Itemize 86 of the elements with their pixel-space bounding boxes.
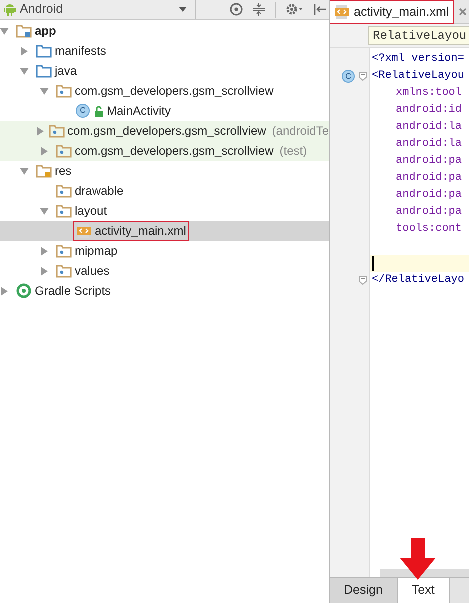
tree-label: mipmap [75, 243, 118, 260]
tree-label: com.gsm_developers.gsm_scrollview [75, 83, 274, 100]
xml-file-icon [334, 4, 350, 20]
settings-icon[interactable] [286, 3, 304, 16]
view-selector-label: Android [20, 1, 64, 18]
code-line: android:id [396, 103, 462, 118]
code-line: </RelativeLayo [372, 273, 464, 288]
package-folder-icon [56, 264, 72, 278]
module-folder-icon [16, 24, 32, 38]
expanded-arrow-icon[interactable] [40, 86, 48, 96]
tree-label: com.gsm_developers.gsm_scrollview [68, 123, 266, 140]
tree-row[interactable]: values [0, 261, 329, 281]
tree-label: manifests [55, 43, 106, 60]
resource-folder-icon [36, 164, 52, 178]
breadcrumb[interactable]: RelativeLayou [368, 26, 469, 45]
view-selector[interactable]: Android [0, 0, 196, 19]
dropdown-caret-icon [179, 7, 187, 12]
code-line: xmlns:tool [396, 86, 462, 102]
text-cursor [372, 256, 374, 271]
tree-row[interactable]: activity_main.xml [0, 221, 329, 241]
expanded-arrow-icon[interactable] [20, 166, 28, 176]
code-line: <RelativeLayou [372, 69, 464, 84]
tree-row[interactable]: C MainActivity [0, 101, 329, 121]
tree-label-suffix: (androidTe [272, 123, 329, 140]
package-folder-icon [56, 184, 72, 198]
package-folder-icon [56, 84, 72, 98]
collapsed-arrow-icon[interactable] [40, 246, 48, 256]
collapsed-arrow-icon[interactable] [0, 286, 8, 296]
pin-left-icon[interactable] [314, 3, 326, 16]
tree-row[interactable]: drawable [0, 181, 329, 201]
folder-icon [36, 44, 52, 58]
tree-label: com.gsm_developers.gsm_scrollview [75, 143, 274, 160]
tree-label: layout [75, 203, 108, 220]
editor-mode-tab[interactable]: Design [330, 578, 398, 603]
code-line: tools:cont [396, 222, 462, 238]
package-folder-icon [48, 124, 65, 138]
collapsed-arrow-icon[interactable] [20, 46, 28, 56]
tree-label: activity_main.xml [95, 223, 186, 240]
fold-marker-icon[interactable] [359, 72, 367, 81]
lock-icon [94, 106, 104, 116]
tree-row[interactable]: app [0, 21, 329, 41]
tree-label: app [35, 23, 56, 40]
tree-row[interactable]: com.gsm_developers.gsm_scrollview (test) [0, 141, 329, 161]
editor-mode-tab[interactable]: Text [398, 578, 450, 603]
code-line: android:la [396, 137, 462, 152]
tree-row[interactable]: manifests [0, 41, 329, 61]
code-line: android:pa [396, 188, 462, 204]
expanded-arrow-icon[interactable] [0, 26, 8, 36]
package-folder-icon [56, 244, 72, 258]
expanded-arrow-icon[interactable] [20, 66, 28, 76]
down-arrow-icon [400, 538, 436, 580]
code-line: android:pa [396, 154, 462, 170]
package-folder-icon [56, 204, 72, 218]
collapse-all-icon[interactable] [253, 3, 265, 16]
tree-label: java [55, 63, 78, 80]
code-line: android:la [396, 120, 462, 136]
tree-label: values [75, 263, 110, 280]
collapsed-arrow-icon[interactable] [40, 146, 48, 156]
tree-row[interactable]: res [0, 161, 329, 181]
collapsed-arrow-icon[interactable] [40, 266, 48, 276]
tree-label: res [55, 163, 72, 180]
package-folder-icon [56, 144, 72, 158]
close-icon[interactable] [459, 8, 468, 16]
tree-label: drawable [75, 183, 124, 200]
gradle-icon [16, 283, 32, 299]
tree-row[interactable]: java [0, 61, 329, 81]
code-line: <?xml version= [372, 52, 464, 68]
class-marker[interactable]: C [342, 70, 355, 83]
code-line: android:pa [396, 171, 462, 186]
tree-label: MainActivity [107, 103, 172, 120]
tree-row[interactable]: com.gsm_developers.gsm_scrollview (androidTe [0, 121, 329, 141]
class-icon: C [76, 104, 90, 118]
tree-row[interactable]: layout [0, 201, 329, 221]
folder-icon [36, 64, 52, 78]
tree-row[interactable]: mipmap [0, 241, 329, 261]
collapsed-arrow-icon[interactable] [36, 126, 45, 136]
tree-label: Gradle Scripts [35, 283, 112, 300]
tree-row[interactable]: com.gsm_developers.gsm_scrollview [0, 81, 329, 101]
android-icon [4, 3, 16, 16]
tree-label-suffix: (test) [280, 143, 308, 160]
fold-marker-icon[interactable] [359, 276, 367, 285]
tree-row[interactable]: Gradle Scripts [0, 281, 329, 301]
editor-tab[interactable]: activity_main.xml [330, 1, 454, 23]
expanded-arrow-icon[interactable] [40, 206, 48, 216]
target-icon[interactable] [230, 3, 243, 16]
code-line: android:pa [396, 205, 462, 220]
